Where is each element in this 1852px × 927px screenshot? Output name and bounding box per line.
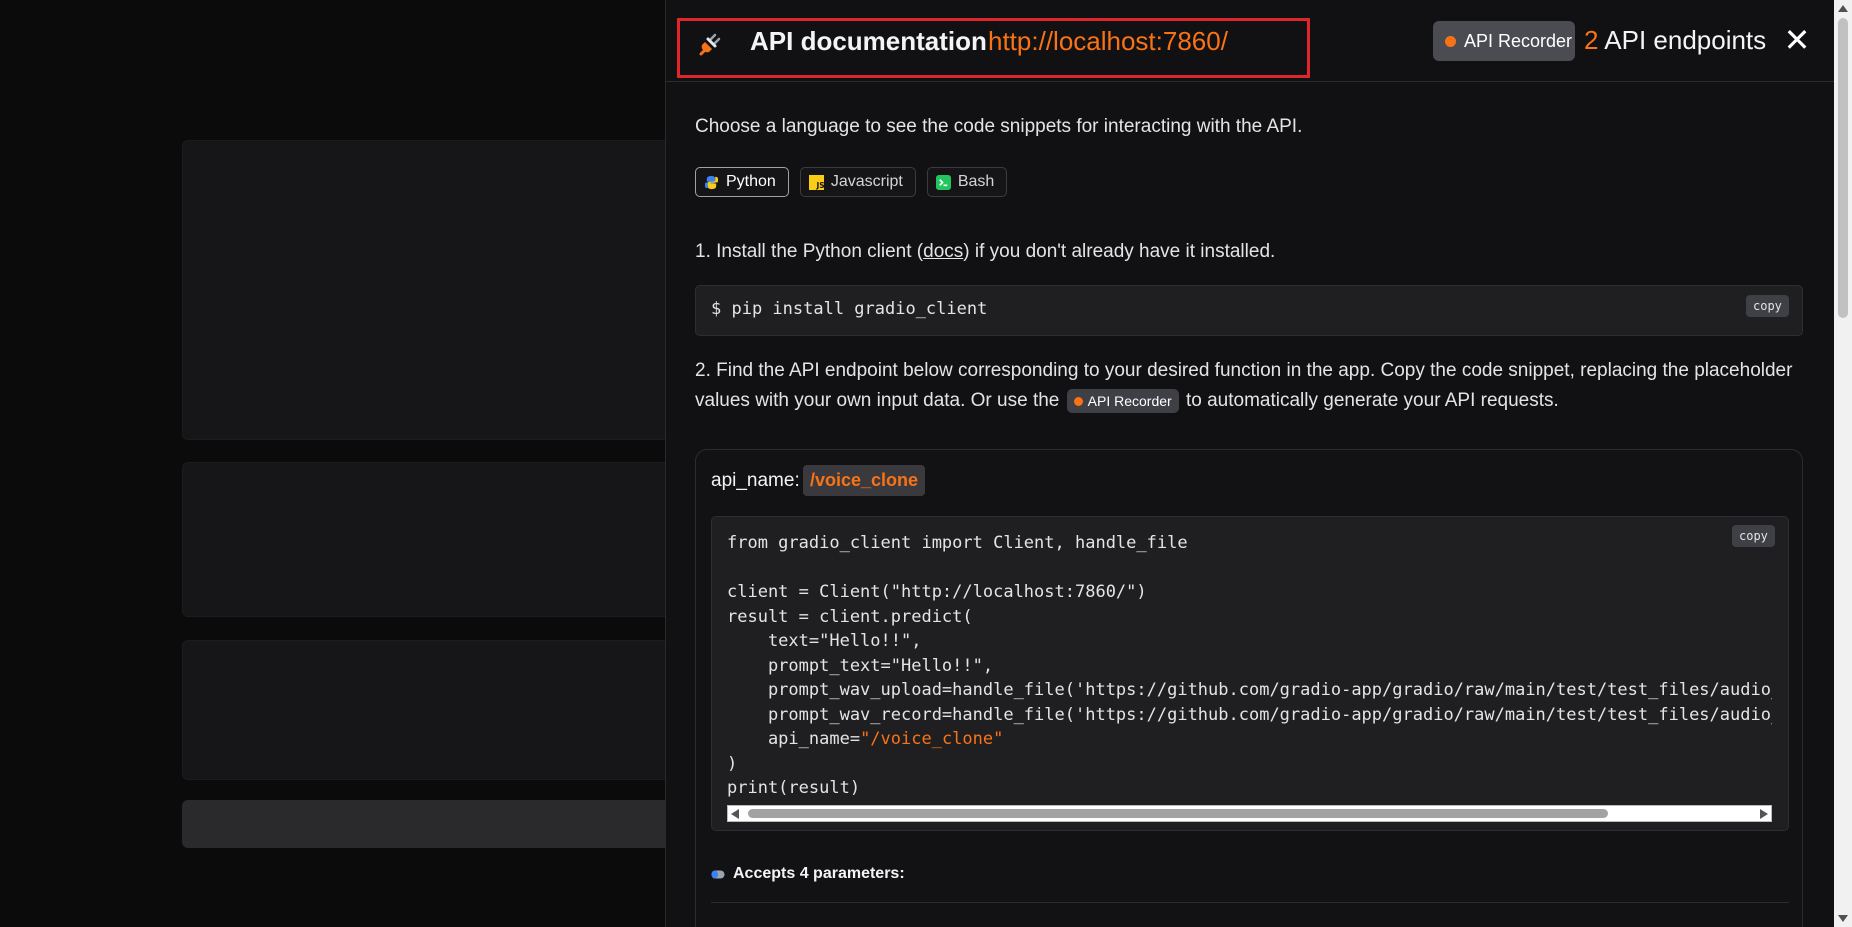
parameters-label: Accepts 4 parameters: [733, 865, 905, 882]
code-line: prompt_text="Hello!!", [727, 655, 994, 676]
code-api-name-key: api_name= [727, 729, 861, 749]
background-upload-area [182, 140, 702, 440]
api-name-label: api_name: [711, 470, 800, 491]
javascript-icon: JS [808, 174, 824, 190]
code-api-name-value: "/voice_clone" [860, 729, 1004, 749]
scrollbar-thumb[interactable] [748, 809, 1608, 818]
api-name-badge: /voice_clone [803, 465, 926, 496]
api-recorder-button[interactable]: API Recorder [1433, 21, 1575, 61]
tab-javascript[interactable]: JS Javascript [799, 167, 916, 197]
background-text-area [182, 462, 702, 617]
parameters-heading: Accepts 4 parameters: [711, 865, 905, 883]
endpoint-count: 2 API endpoints [1584, 25, 1766, 56]
scroll-left-icon[interactable] [731, 809, 739, 819]
install-text-suffix: ) if you don't already have it installed… [963, 241, 1276, 262]
code-snippet: from gradio_client import Client, handle… [727, 531, 1772, 803]
endpoint-card: api_name: /voice_clone from gradio_clien… [695, 449, 1803, 927]
api-recorder-label: API Recorder [1464, 30, 1573, 51]
plug-icon [699, 33, 721, 56]
record-dot-icon [1073, 396, 1083, 406]
code-horizontal-scrollbar[interactable] [727, 805, 1772, 822]
api-docs-header: API documentation http://localhost:7860/… [666, 0, 1834, 82]
scroll-up-icon[interactable] [1838, 5, 1848, 12]
choose-language-text: Choose a language to see the code snippe… [695, 116, 1303, 137]
page-vertical-scrollbar[interactable] [1834, 0, 1852, 927]
scrollbar-thumb[interactable] [1838, 18, 1848, 318]
python-icon [704, 175, 719, 189]
endpoint-instruction-prefix: values with your own input data. Or use … [695, 390, 1060, 412]
code-line: prompt_wav_upload=handle_file('https://g… [767, 680, 1772, 700]
code-line: text="Hello!!", [727, 631, 922, 651]
endpoint-count-number: 2 [1584, 25, 1599, 55]
server-url: http://localhost:7860/ [988, 26, 1228, 56]
tab-bash[interactable]: Bash [926, 167, 1008, 197]
background-tabs: ​ ​ [180, 16, 220, 53]
api-docs-panel: API documentation http://localhost:7860/… [665, 0, 1834, 927]
language-tabs: Python JS Javascript Bash [695, 167, 1008, 197]
tab-python[interactable]: Python [695, 167, 789, 197]
install-code-block: $ pip install gradio_client copy [695, 285, 1803, 336]
python-code-block: from gradio_client import Client, handle… [711, 516, 1789, 831]
background-generate-button [182, 800, 702, 848]
copy-code-button[interactable]: copy [1732, 525, 1775, 547]
inline-api-recorder-button[interactable]: API Recorder [1066, 389, 1179, 413]
code-line: ) [727, 753, 738, 774]
scroll-down-icon[interactable] [1838, 915, 1848, 922]
code-line: client = Client("http://localhost:7860/"… [727, 582, 1147, 602]
tab-bash-label: Bash [957, 173, 995, 190]
endpoint-instruction-suffix: to automatically generate your API reque… [1185, 390, 1559, 412]
code-line: prompt_wav_record=handle_file('https://g… [767, 704, 1772, 725]
code-line: print(result) [727, 778, 861, 798]
copy-install-button[interactable]: copy [1746, 295, 1789, 317]
record-dot-icon [1445, 35, 1456, 47]
install-command: $ pip install gradio_client [711, 299, 988, 319]
endpoint-instruction-line1: 2. Find the API endpoint below correspon… [695, 360, 1793, 381]
tab-javascript-label: Javascript [830, 173, 903, 190]
scroll-right-icon[interactable] [1760, 809, 1768, 819]
code-line: from gradio_client import Client, handle… [727, 533, 1188, 553]
inline-api-recorder-label: API Recorder [1087, 393, 1172, 409]
docs-link[interactable]: docs [923, 241, 963, 262]
code-line: result = client.predict( [727, 606, 973, 627]
bash-icon [935, 174, 951, 190]
divider [711, 902, 1789, 903]
code-line-api-name: api_name="/voice_clone" [727, 727, 1772, 752]
background-output-area [182, 640, 702, 780]
install-text-prefix: 1. Install the Python client ( [695, 241, 924, 262]
svg-text:JS: JS [815, 181, 824, 190]
install-instruction: 1. Install the Python client (docs) if y… [695, 241, 1275, 263]
endpoint-instruction-line2: values with your own input data. Or use … [695, 389, 1559, 413]
close-icon[interactable]: ✕ [1780, 20, 1814, 60]
endpoint-count-label: API endpoints [1604, 25, 1767, 55]
page-title: API documentation [750, 26, 987, 56]
tab-python-label: Python [726, 173, 776, 190]
pill-icon [711, 870, 725, 878]
